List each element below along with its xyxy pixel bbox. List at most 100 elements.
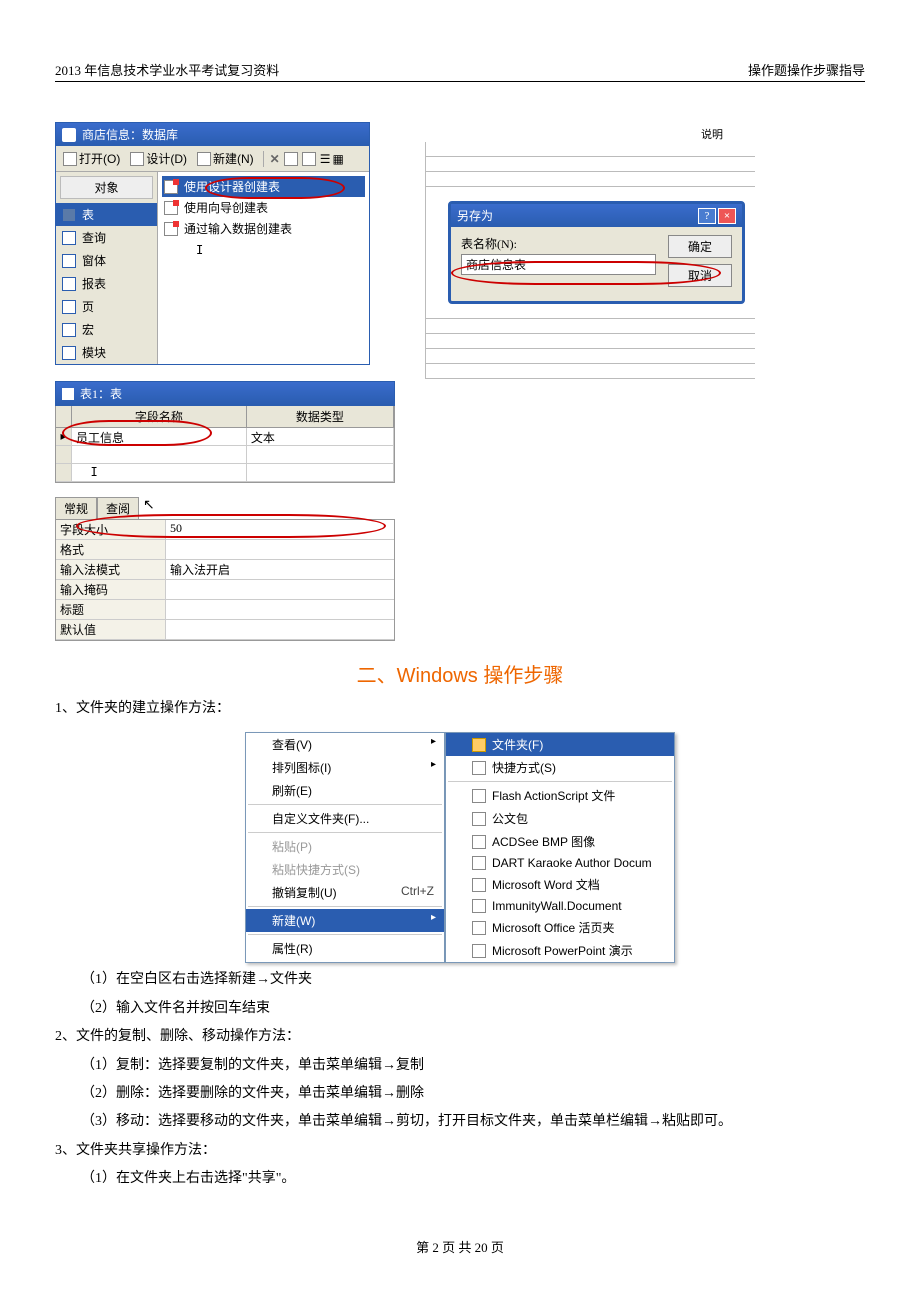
- submenu-label: 公文包: [492, 810, 528, 827]
- help-icon[interactable]: ?: [698, 208, 716, 224]
- main-item-enterdata[interactable]: 通过输入数据创建表: [162, 218, 365, 239]
- filetype-icon: [472, 878, 486, 892]
- filetype-icon: [472, 789, 486, 803]
- table-row[interactable]: [56, 446, 394, 464]
- submenu-item[interactable]: 快捷方式(S): [446, 756, 674, 779]
- menu-item[interactable]: 排列图标(I): [246, 756, 444, 779]
- saveas-title: 另存为: [457, 207, 493, 224]
- submenu-item[interactable]: Microsoft Office 活页夹: [446, 916, 674, 939]
- delete-icon[interactable]: ✕: [270, 152, 280, 166]
- field-name-cell[interactable]: 员工信息: [72, 428, 247, 445]
- table-row[interactable]: ▸ 员工信息 文本: [56, 428, 394, 446]
- saveas-input[interactable]: [461, 254, 656, 275]
- prop-row-ime[interactable]: 输入法模式输入法开启: [56, 560, 394, 580]
- table-icon: [62, 208, 76, 222]
- main-item-wizard[interactable]: 使用向导创建表: [162, 197, 365, 218]
- submenu-item[interactable]: DART Karaoke Author Docum: [446, 853, 674, 873]
- submenu-separator: [448, 781, 672, 782]
- page-footer: 第 2 页 共 20 页: [55, 1237, 865, 1256]
- toolbar-open[interactable]: 打开(O): [60, 149, 123, 168]
- list-view-icon[interactable]: ☰: [320, 152, 329, 166]
- submenu-label: Microsoft Office 活页夹: [492, 919, 614, 936]
- page-icon: [62, 300, 76, 314]
- sidebar-item-query[interactable]: 查询: [56, 226, 157, 249]
- menu-item: 粘贴(P): [246, 835, 444, 858]
- db-window-icon: [62, 128, 76, 142]
- submenu-label: Flash ActionScript 文件: [492, 787, 615, 804]
- p-1-2: （2）输入文件名并按回车结束: [55, 998, 865, 1020]
- toolbar-new[interactable]: 新建(N): [194, 149, 257, 168]
- p-2-2: （2）删除：选择要删除的文件夹，单击菜单编辑→删除: [55, 1083, 865, 1105]
- sidebar-item-macro[interactable]: 宏: [56, 318, 157, 341]
- filetype-icon: [472, 856, 486, 870]
- menu-item[interactable]: 自定义文件夹(F)...: [246, 807, 444, 830]
- header-left: 2013 年信息技术学业水平考试复习资料: [55, 60, 279, 79]
- toolbar-misc-icon-1[interactable]: [284, 152, 298, 166]
- menu-item[interactable]: 新建(W): [246, 909, 444, 932]
- sidebar-item-table[interactable]: 表: [56, 203, 157, 226]
- property-sheet: 字段大小50 格式 输入法模式输入法开启 输入掩码 标题 默认值: [55, 519, 395, 641]
- menu-item[interactable]: 撤销复制(U)Ctrl+Z: [246, 881, 444, 904]
- create-wizard-icon: [164, 222, 178, 236]
- new-icon: [197, 152, 211, 166]
- menu-item[interactable]: 查看(V): [246, 733, 444, 756]
- detail-view-icon[interactable]: ▦: [333, 152, 342, 166]
- menu-separator: [248, 906, 442, 907]
- cancel-button[interactable]: 取消: [668, 264, 732, 287]
- tab-lookup[interactable]: 查阅: [97, 497, 139, 519]
- submenu-label: Microsoft Word 文档: [492, 876, 600, 893]
- menu-item[interactable]: 属性(R): [246, 937, 444, 960]
- filetype-icon: [472, 921, 486, 935]
- field-type-cell[interactable]: 文本: [247, 428, 394, 445]
- form-icon: [62, 254, 76, 268]
- prop-row-mask[interactable]: 输入掩码: [56, 580, 394, 600]
- header-right: 操作题操作步骤指导: [748, 60, 865, 79]
- tab-general[interactable]: 常规: [55, 497, 97, 519]
- p-2-3: （3）移动：选择要移动的文件夹，单击菜单编辑→剪切，打开目标文件夹，单击菜单栏编…: [55, 1111, 865, 1133]
- create-wizard-icon: [164, 201, 178, 215]
- prop-row-size[interactable]: 字段大小50: [56, 520, 394, 540]
- submenu-item[interactable]: Flash ActionScript 文件: [446, 784, 674, 807]
- saveas-titlebar: 另存为 ? ×: [451, 204, 742, 227]
- context-menu-figure: 查看(V)排列图标(I)刷新(E)自定义文件夹(F)...粘贴(P)粘贴快捷方式…: [55, 732, 865, 963]
- p-1-1: （1）在空白区右击选择新建→文件夹: [55, 969, 865, 991]
- submenu-item[interactable]: Microsoft PowerPoint 演示: [446, 939, 674, 962]
- table-row[interactable]: I: [56, 464, 394, 482]
- submenu-item[interactable]: ACDSee BMP 图像: [446, 830, 674, 853]
- sidebar-item-page[interactable]: 页: [56, 295, 157, 318]
- sidebar-item-module[interactable]: 模块: [56, 341, 157, 364]
- menu-separator: [248, 934, 442, 935]
- submenu-item[interactable]: ImmunityWall.Document: [446, 896, 674, 916]
- close-icon[interactable]: ×: [718, 208, 736, 224]
- ok-button[interactable]: 确定: [668, 235, 732, 258]
- header-rule: [55, 81, 865, 82]
- text-cursor-icon: I: [162, 239, 365, 261]
- toolbar-misc-icon-2[interactable]: [302, 152, 316, 166]
- submenu-item[interactable]: 公文包: [446, 807, 674, 830]
- create-wizard-icon: [164, 180, 178, 194]
- toolbar-design[interactable]: 设计(D): [127, 149, 190, 168]
- property-tabs: 常规 查阅 ↖: [55, 497, 395, 519]
- prop-row-format[interactable]: 格式: [56, 540, 394, 560]
- p-1: 1、文件夹的建立操作方法：: [55, 698, 865, 720]
- table-design-figure: 表1：表 字段名称 数据类型 ▸ 员工信息 文本 I: [55, 381, 395, 641]
- prop-row-default[interactable]: 默认值: [56, 620, 394, 640]
- saveas-figure: 说明 另存为 ? × 表名称(N):: [425, 122, 755, 379]
- sidebar-item-form[interactable]: 窗体: [56, 249, 157, 272]
- sidebar-item-report[interactable]: 报表: [56, 272, 157, 295]
- prop-row-caption[interactable]: 标题: [56, 600, 394, 620]
- main-item-designer[interactable]: 使用设计器创建表: [162, 176, 365, 197]
- filetype-icon: [472, 899, 486, 913]
- report-icon: [62, 277, 76, 291]
- filetype-icon: [472, 944, 486, 958]
- p-3-1: （1）在文件夹上右击选择"共享"。: [55, 1168, 865, 1190]
- submenu-item[interactable]: 文件夹(F): [446, 733, 674, 756]
- submenu-label: 文件夹(F): [492, 736, 543, 753]
- section-2-title: 二、Windows 操作步骤: [55, 659, 865, 688]
- shortcut-label: Ctrl+Z: [401, 884, 434, 898]
- menu-item[interactable]: 刷新(E): [246, 779, 444, 802]
- ruled-background: 另存为 ? × 表名称(N): 确定 取消: [425, 142, 755, 379]
- table-design-title: 表1：表: [80, 385, 122, 402]
- row-selector-icon[interactable]: ▸: [56, 428, 72, 445]
- submenu-item[interactable]: Microsoft Word 文档: [446, 873, 674, 896]
